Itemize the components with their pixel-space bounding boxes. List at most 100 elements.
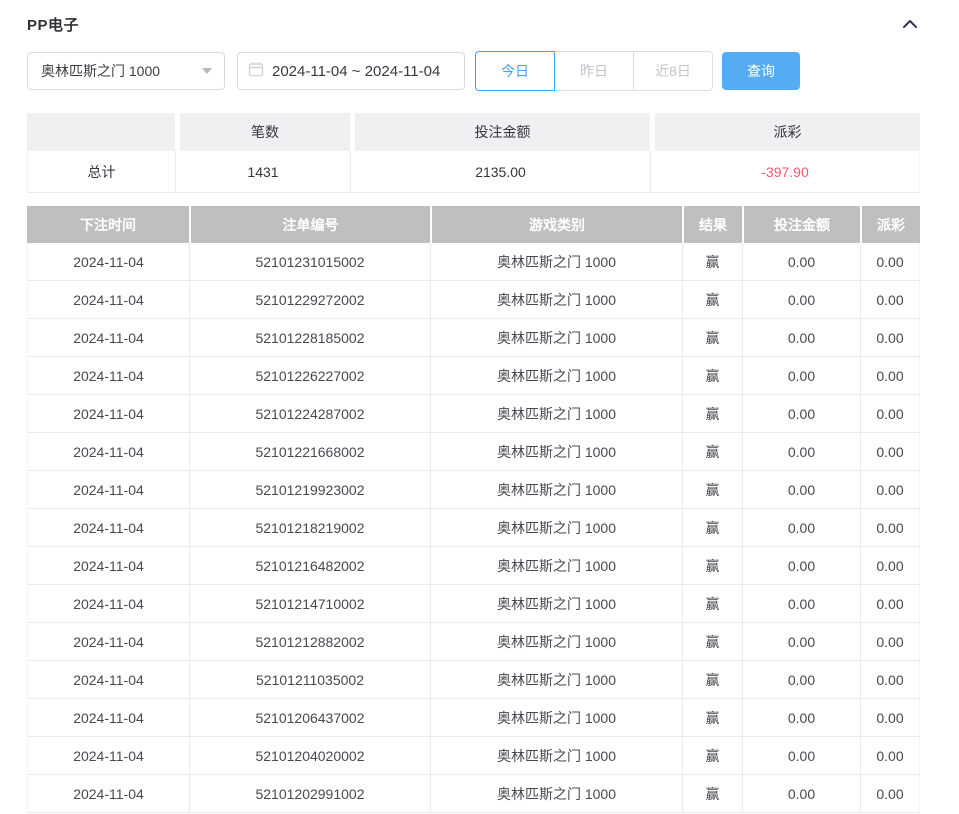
pp-electronic-panel: PP电子 奥林匹斯之门 1000 [0,0,959,814]
cell-bet-time: 2024-11-04 [27,243,189,281]
game-select-value: 奥林匹斯之门 1000 [41,61,196,81]
cell-bet-time: 2024-11-04 [27,623,189,661]
cell-order-number: 52101206437002 [189,699,430,737]
header-game-category: 游戏类别 [430,206,682,243]
table-row: 2024-11-04 52101231015002 奥林匹斯之门 1000 赢 … [27,243,920,281]
chevron-up-icon [902,17,918,32]
cell-bet-time: 2024-11-04 [27,395,189,433]
cell-result: 赢 [682,395,742,433]
cell-payout: 0.00 [860,585,920,623]
cell-order-number: 52101228185002 [189,319,430,357]
table-row: 2024-11-04 52101206437002 奥林匹斯之门 1000 赢 … [27,699,920,737]
summary-header-bet-amount: 投注金额 [350,113,650,151]
bet-records-table: 下注时间 注单编号 游戏类别 结果 投注金额 派彩 2024-11-04 521… [27,206,920,813]
yesterday-button[interactable]: 昨日 [554,51,634,91]
cell-bet-amount: 0.00 [742,357,860,395]
cell-game-category: 奥林匹斯之门 1000 [430,281,682,319]
summary-table: 笔数 投注金额 派彩 总计 1431 2135.00 -397.90 [27,113,920,193]
table-row: 2024-11-04 52101229272002 奥林匹斯之门 1000 赢 … [27,281,920,319]
cell-game-category: 奥林匹斯之门 1000 [430,661,682,699]
table-row: 2024-11-04 52101219923002 奥林匹斯之门 1000 赢 … [27,471,920,509]
cell-game-category: 奥林匹斯之门 1000 [430,319,682,357]
table-row: 2024-11-04 52101228185002 奥林匹斯之门 1000 赢 … [27,319,920,357]
cell-order-number: 52101204020002 [189,737,430,775]
header-result: 结果 [682,206,742,243]
page-title: PP电子 [27,14,79,35]
cell-bet-amount: 0.00 [742,243,860,281]
cell-order-number: 52101218219002 [189,509,430,547]
summary-total-count: 1431 [175,151,350,193]
cell-payout: 0.00 [860,699,920,737]
cell-order-number: 52101231015002 [189,243,430,281]
game-select[interactable]: 奥林匹斯之门 1000 [27,52,225,90]
cell-payout: 0.00 [860,661,920,699]
cell-bet-time: 2024-11-04 [27,547,189,585]
cell-payout: 0.00 [860,471,920,509]
cell-bet-amount: 0.00 [742,433,860,471]
cell-order-number: 52101202991002 [189,775,430,813]
cell-payout: 0.00 [860,433,920,471]
summary-header-row: 笔数 投注金额 派彩 [27,113,920,151]
cell-result: 赢 [682,433,742,471]
cell-result: 赢 [682,737,742,775]
cell-result: 赢 [682,319,742,357]
date-range-value: 2024-11-04 ~ 2024-11-04 [272,63,440,80]
table-row: 2024-11-04 52101216482002 奥林匹斯之门 1000 赢 … [27,547,920,585]
cell-game-category: 奥林匹斯之门 1000 [430,623,682,661]
cell-game-category: 奥林匹斯之门 1000 [430,243,682,281]
cell-game-category: 奥林匹斯之门 1000 [430,471,682,509]
header-payout: 派彩 [860,206,920,243]
cell-result: 赢 [682,243,742,281]
cell-result: 赢 [682,471,742,509]
cell-order-number: 52101226227002 [189,357,430,395]
panel-header: PP电子 [27,13,920,35]
cell-bet-amount: 0.00 [742,395,860,433]
table-row: 2024-11-04 52101224287002 奥林匹斯之门 1000 赢 … [27,395,920,433]
table-row: 2024-11-04 52101226227002 奥林匹斯之门 1000 赢 … [27,357,920,395]
cell-bet-time: 2024-11-04 [27,509,189,547]
cell-result: 赢 [682,547,742,585]
cell-game-category: 奥林匹斯之门 1000 [430,433,682,471]
cell-payout: 0.00 [860,547,920,585]
cell-result: 赢 [682,357,742,395]
cell-bet-amount: 0.00 [742,737,860,775]
last-8-days-button[interactable]: 近8日 [633,51,713,91]
summary-header-payout: 派彩 [650,113,920,151]
summary-total-payout: -397.90 [650,151,920,193]
cell-order-number: 52101219923002 [189,471,430,509]
table-row: 2024-11-04 52101211035002 奥林匹斯之门 1000 赢 … [27,661,920,699]
today-button[interactable]: 今日 [475,51,555,91]
cell-order-number: 52101212882002 [189,623,430,661]
cell-payout: 0.00 [860,281,920,319]
table-row: 2024-11-04 52101214710002 奥林匹斯之门 1000 赢 … [27,585,920,623]
summary-header-blank [27,113,175,151]
cell-bet-amount: 0.00 [742,281,860,319]
cell-bet-amount: 0.00 [742,661,860,699]
cell-result: 赢 [682,661,742,699]
cell-bet-amount: 0.00 [742,471,860,509]
query-button[interactable]: 查询 [722,52,800,90]
cell-bet-time: 2024-11-04 [27,585,189,623]
cell-bet-time: 2024-11-04 [27,737,189,775]
collapse-panel-button[interactable] [900,17,920,31]
records-header-row: 下注时间 注单编号 游戏类别 结果 投注金额 派彩 [27,206,920,243]
cell-game-category: 奥林匹斯之门 1000 [430,509,682,547]
table-row: 2024-11-04 52101218219002 奥林匹斯之门 1000 赢 … [27,509,920,547]
filter-bar: 奥林匹斯之门 1000 2024-11-04 ~ 2024-11-04 今日 昨… [27,51,920,91]
cell-payout: 0.00 [860,509,920,547]
date-range-input[interactable]: 2024-11-04 ~ 2024-11-04 [237,52,465,90]
header-bet-time: 下注时间 [27,206,189,243]
cell-bet-time: 2024-11-04 [27,281,189,319]
summary-total-label: 总计 [27,151,175,193]
cell-payout: 0.00 [860,737,920,775]
cell-bet-time: 2024-11-04 [27,357,189,395]
table-row: 2024-11-04 52101204020002 奥林匹斯之门 1000 赢 … [27,737,920,775]
cell-payout: 0.00 [860,243,920,281]
table-row: 2024-11-04 52101221668002 奥林匹斯之门 1000 赢 … [27,433,920,471]
cell-order-number: 52101224287002 [189,395,430,433]
cell-bet-amount: 0.00 [742,775,860,813]
cell-result: 赢 [682,623,742,661]
cell-payout: 0.00 [860,775,920,813]
cell-game-category: 奥林匹斯之门 1000 [430,737,682,775]
summary-header-count: 笔数 [175,113,350,151]
